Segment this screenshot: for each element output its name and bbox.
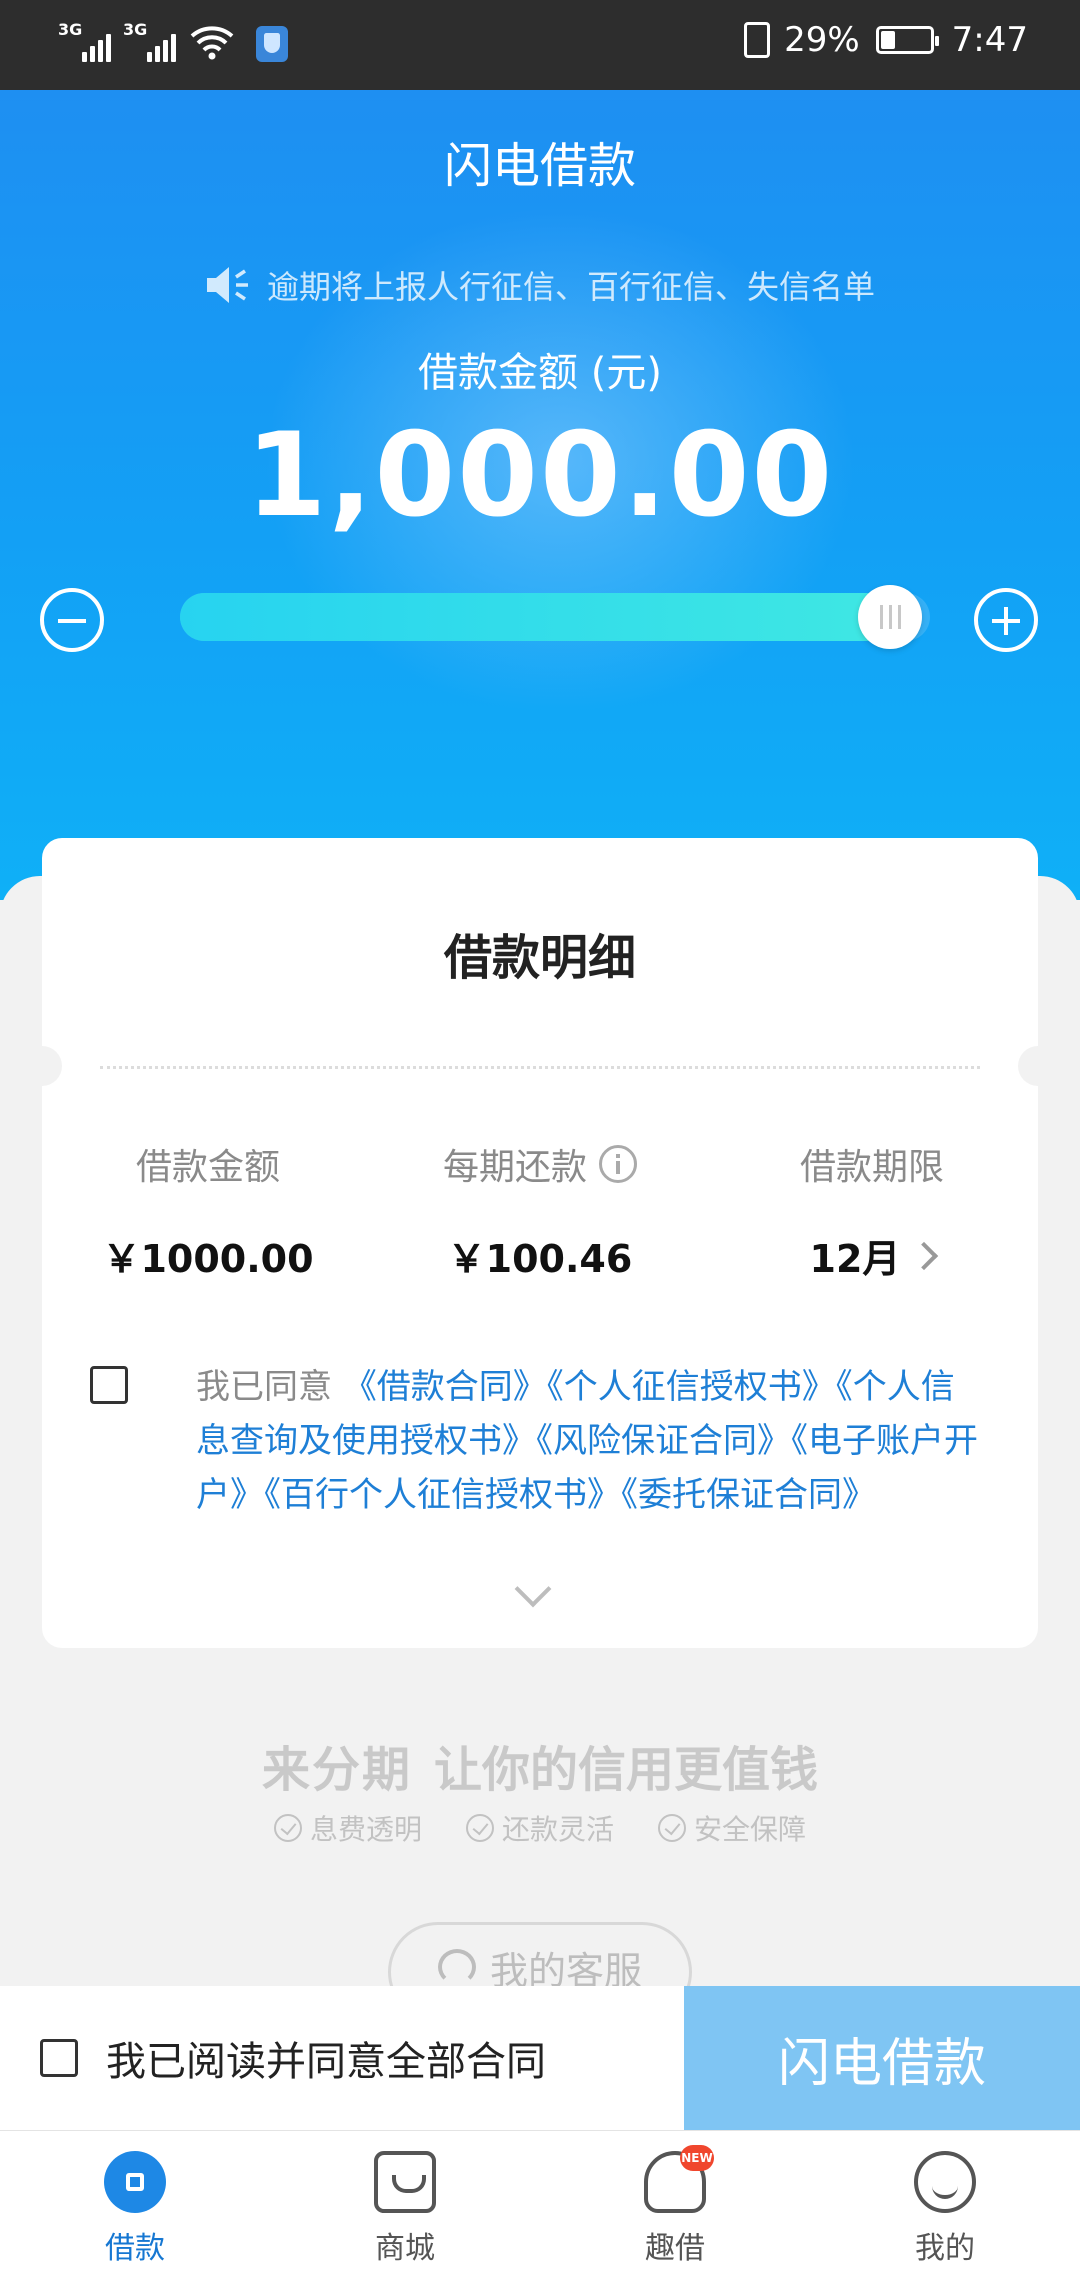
battery-icon xyxy=(875,26,939,54)
submit-loan-button[interactable]: 闪电借款 xyxy=(684,1986,1080,2130)
feature-item: 还款灵活 xyxy=(465,1808,614,1848)
minus-icon xyxy=(58,619,86,623)
speaker-icon xyxy=(206,267,248,303)
divider xyxy=(100,1066,980,1069)
overdue-notice: 逾期将上报人行征信、百行征信、失信名单 xyxy=(0,262,1080,308)
contract-checkbox[interactable] xyxy=(90,1366,128,1404)
new-badge: NEW xyxy=(680,2145,714,2171)
term-value: 12月 xyxy=(809,1237,901,1281)
tab-mall[interactable]: 商城 xyxy=(270,2131,540,2280)
contract-agreement: 我已同意 《借款合同》《个人征信授权书》《个人信息查询及使用授权书》《风险保证合… xyxy=(90,1360,978,1522)
tab-profile[interactable]: 我的 xyxy=(810,2131,1080,2280)
agree-prefix: 我已同意 xyxy=(196,1367,332,1407)
decrease-button[interactable] xyxy=(40,588,104,652)
slogan: 来分期 让你的信用更值钱 xyxy=(261,1742,819,1798)
loan-detail-card: 借款明细 借款金额 ￥1000.00 每期还款 ￥100.46 借款期限 12月… xyxy=(22,838,1058,1648)
battery-percent: 29% xyxy=(784,20,860,60)
chevron-down-icon[interactable] xyxy=(514,1570,552,1608)
mall-icon xyxy=(374,2151,436,2213)
feature-item: 息费透明 xyxy=(273,1808,422,1848)
fun-loan-icon: NEW xyxy=(644,2145,714,2213)
info-icon[interactable] xyxy=(599,1145,637,1183)
headset-icon xyxy=(437,1949,476,1985)
tab-loan[interactable]: 借款 xyxy=(0,2131,270,2280)
brand-name: 来分期 xyxy=(261,1742,412,1798)
amount-slider[interactable] xyxy=(180,585,930,649)
chevron-right-icon xyxy=(910,1241,939,1270)
profile-icon xyxy=(914,2151,976,2213)
detail-amount: 借款金额 ￥1000.00 xyxy=(102,1147,314,1281)
bottom-action-bar: 我已阅读并同意全部合同 闪电借款 xyxy=(0,1986,1080,2130)
detail-term[interactable]: 借款期限 12月 xyxy=(706,1138,1038,1283)
detail-columns: 借款金额 ￥1000.00 每期还款 ￥100.46 借款期限 12月 xyxy=(42,1138,1038,1283)
page-title: 闪电借款 xyxy=(443,138,636,194)
check-circle-icon xyxy=(465,1814,494,1842)
check-circle-icon xyxy=(658,1814,686,1842)
agree-all-label: 我已阅读并同意全部合同 xyxy=(106,2039,546,2085)
shield-icon xyxy=(256,26,288,62)
loan-amount: 1,000.00 xyxy=(245,408,835,543)
signal-icon: 3G xyxy=(123,20,176,62)
vibrate-icon xyxy=(744,22,771,58)
feature-list: 息费透明 还款灵活 安全保障 xyxy=(0,1808,1080,1848)
tab-fun-loan[interactable]: NEW 趣借 xyxy=(540,2131,810,2280)
clock: 7:47 xyxy=(951,20,1028,60)
feature-item: 安全保障 xyxy=(658,1808,806,1848)
wifi-icon xyxy=(190,26,234,60)
detail-installment: 每期还款 ￥100.46 xyxy=(374,1138,706,1283)
card-title: 借款明细 xyxy=(443,930,636,986)
bottom-tab-bar: 借款 商城 NEW 趣借 我的 xyxy=(0,2130,1080,2280)
agree-all-toggle[interactable]: 我已阅读并同意全部合同 xyxy=(40,1986,546,2130)
slider-handle[interactable] xyxy=(858,585,922,649)
slider-fill xyxy=(180,593,890,641)
amount-label: 借款金额 (元) xyxy=(418,350,662,396)
notice-text: 逾期将上报人行征信、百行征信、失信名单 xyxy=(266,268,875,306)
loan-icon xyxy=(104,2151,166,2213)
signal-icon: 3G xyxy=(58,20,111,62)
loan-hero: 闪电借款 逾期将上报人行征信、百行征信、失信名单 借款金额 (元) 1,000.… xyxy=(0,90,1080,900)
increase-button[interactable] xyxy=(974,588,1038,652)
check-circle-icon xyxy=(273,1814,302,1842)
status-bar: 3G 3G 29% 7:47 xyxy=(0,0,1080,90)
agree-all-checkbox[interactable] xyxy=(40,2039,78,2077)
